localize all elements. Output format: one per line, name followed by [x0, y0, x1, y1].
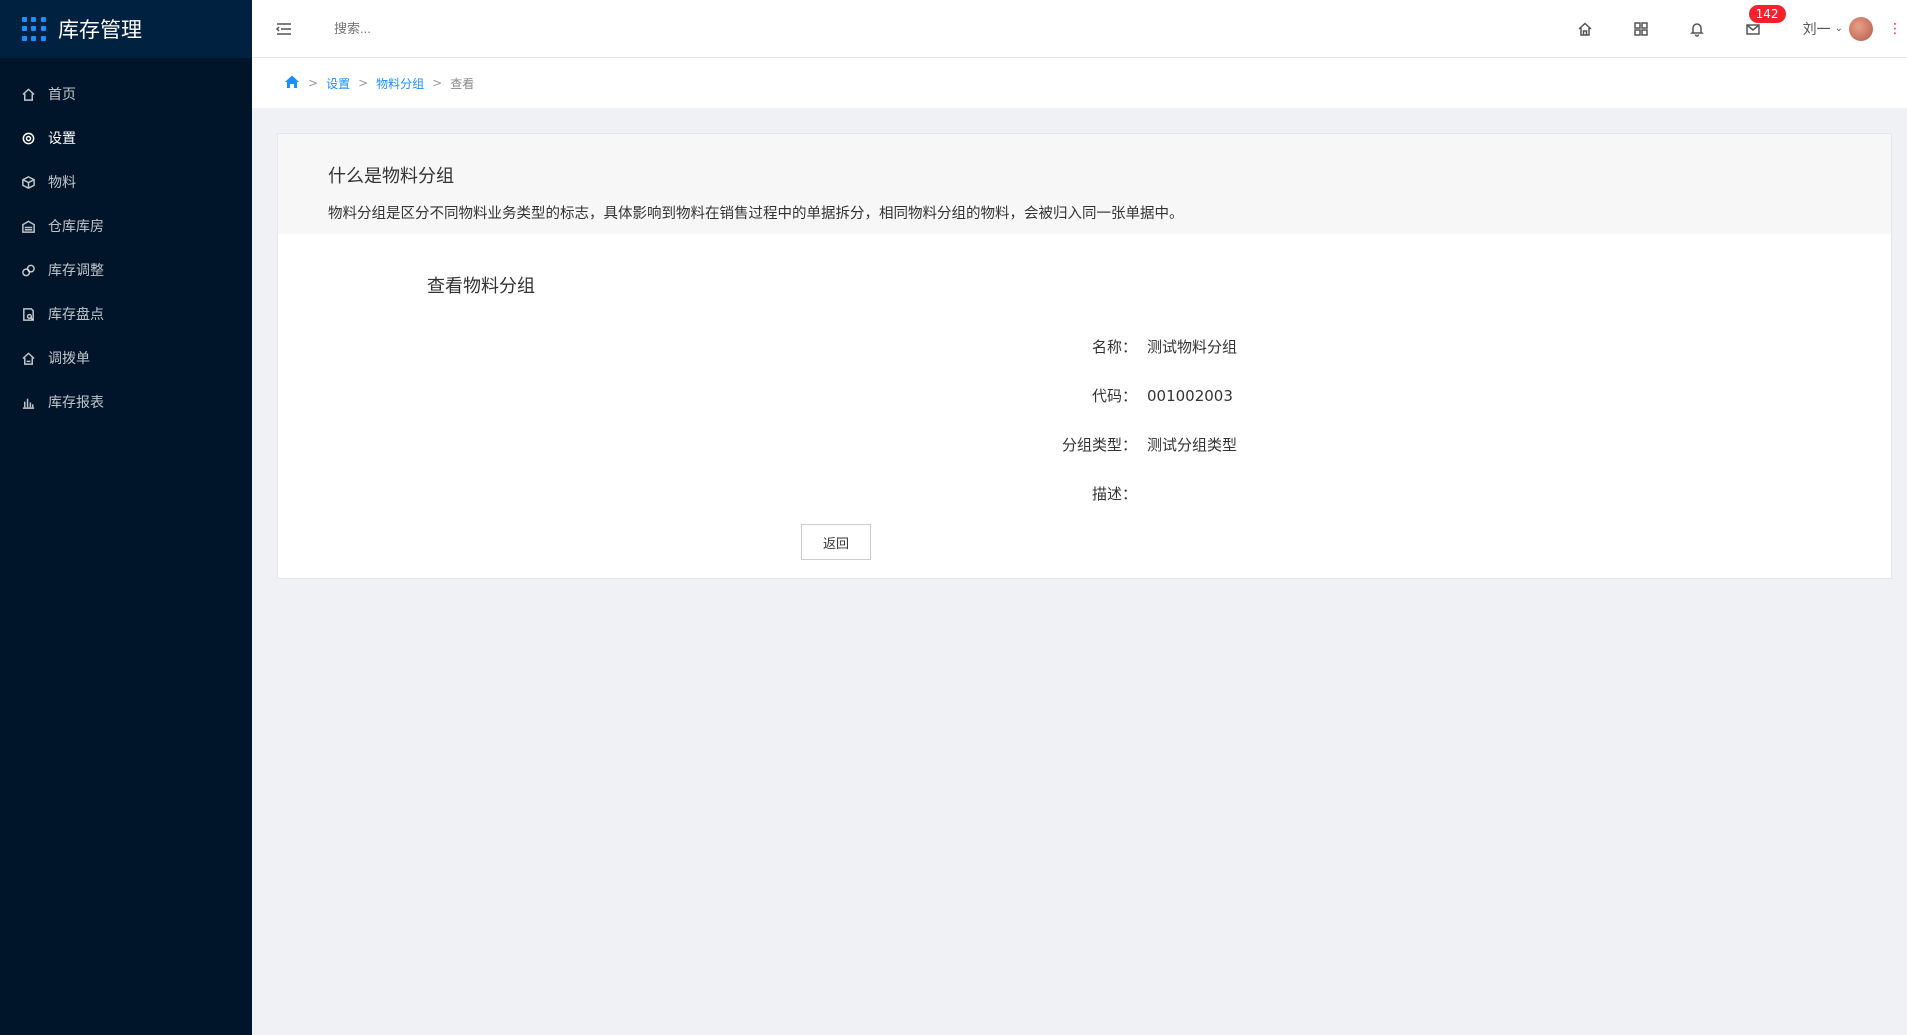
sidebar-item-stock-adjust[interactable]: 库存调整	[0, 248, 252, 292]
field-value: 001002003	[1147, 386, 1233, 405]
apps-button[interactable]	[1613, 0, 1669, 58]
field-row-description: 描述：	[278, 469, 1891, 518]
gear-icon	[20, 130, 36, 146]
field-label: 描述：	[1091, 485, 1137, 503]
sidebar: 库存管理 首页 设置 物料 仓库库房 库存调整 库存盘点 调拨单 库存报表	[0, 0, 252, 1035]
back-button[interactable]: 返回	[801, 524, 871, 560]
breadcrumb-link-settings[interactable]: 设置	[326, 75, 350, 92]
home-button[interactable]	[1557, 0, 1613, 58]
sidebar-item-label: 首页	[48, 87, 76, 103]
intro-section: 什么是物料分组 物料分组是区分不同物料业务类型的标志，具体影响到物料在销售过程中…	[278, 134, 1891, 234]
sidebar-item-label: 仓库库房	[48, 219, 104, 235]
field-label: 名称：	[1091, 338, 1137, 356]
field-value: 测试物料分组	[1147, 338, 1238, 356]
breadcrumb-current: 查看	[450, 76, 475, 91]
menu-fold-icon[interactable]	[274, 19, 294, 39]
user-name: 刘一	[1802, 21, 1831, 38]
adjust-icon	[20, 262, 36, 278]
sidebar-item-warehouse[interactable]: 仓库库房	[0, 204, 252, 248]
field-row-group-type: 分组类型： 测试分组类型	[278, 420, 1891, 469]
field-label: 分组类型：	[1061, 436, 1137, 454]
sidebar-item-label: 库存调整	[48, 263, 104, 279]
inventory-icon	[20, 306, 36, 322]
breadcrumb-separator: >	[308, 76, 319, 90]
mail-icon	[1745, 23, 1760, 35]
notifications-button[interactable]	[1669, 0, 1725, 58]
breadcrumb-separator: >	[432, 76, 443, 90]
bar-chart-icon	[20, 394, 36, 410]
breadcrumb-home-icon[interactable]	[284, 74, 300, 93]
sidebar-item-label: 设置	[48, 131, 76, 147]
home-icon	[1578, 21, 1592, 36]
content-panel: 什么是物料分组 物料分组是区分不同物料业务类型的标志，具体影响到物料在销售过程中…	[277, 133, 1892, 579]
message-count-badge: 142	[1748, 4, 1786, 23]
sidebar-item-stocktake[interactable]: 库存盘点	[0, 292, 252, 336]
messages-button[interactable]: 142	[1725, 0, 1786, 58]
sidebar-item-label: 库存盘点	[48, 307, 104, 323]
intro-title: 什么是物料分组	[328, 166, 454, 187]
intro-text: 物料分组是区分不同物料业务类型的标志，具体影响到物料在销售过程中的单据拆分，相同…	[328, 206, 1184, 222]
sidebar-item-report[interactable]: 库存报表	[0, 380, 252, 424]
sidebar-item-label: 库存报表	[48, 395, 104, 411]
grid-icon	[1633, 21, 1648, 36]
app-title: 库存管理	[58, 18, 142, 42]
field-row-name: 名称： 测试物料分组	[278, 322, 1891, 371]
apps-grid-icon	[22, 17, 46, 41]
top-header: 142 刘一 ⌄ ⋮	[252, 0, 1907, 58]
detail-form: 名称： 测试物料分组 代码： 001002003 分组类型： 测试分组类型 描述…	[278, 322, 1891, 518]
warehouse-icon	[20, 218, 36, 234]
breadcrumb-link-material-group[interactable]: 物料分组	[376, 75, 424, 92]
app-brand[interactable]: 库存管理	[0, 0, 252, 58]
field-label: 代码：	[1091, 387, 1137, 405]
sidebar-item-label: 物料	[48, 175, 76, 191]
cube-icon	[20, 174, 36, 190]
sidebar-item-label: 调拨单	[48, 351, 90, 367]
search-input[interactable]	[334, 21, 574, 36]
home-icon	[20, 86, 36, 102]
bell-icon	[1689, 22, 1704, 37]
more-icon[interactable]: ⋮	[1883, 21, 1907, 37]
user-menu[interactable]: 刘一 ⌄	[1802, 16, 1873, 41]
breadcrumb: > 设置 > 物料分组 > 查看	[252, 58, 1907, 108]
sidebar-item-transfer[interactable]: 调拨单	[0, 336, 252, 380]
transfer-icon	[20, 350, 36, 366]
sidebar-item-material[interactable]: 物料	[0, 160, 252, 204]
field-value: 测试分组类型	[1147, 436, 1238, 454]
sidebar-item-settings[interactable]: 设置	[0, 116, 252, 160]
sidebar-item-home[interactable]: 首页	[0, 72, 252, 116]
breadcrumb-separator: >	[358, 76, 369, 90]
avatar	[1849, 16, 1873, 41]
sidebar-menu: 首页 设置 物料 仓库库房 库存调整 库存盘点 调拨单 库存报表	[0, 58, 252, 424]
view-title: 查看物料分组	[427, 276, 535, 297]
field-row-code: 代码： 001002003	[278, 371, 1891, 420]
chevron-down-icon: ⌄	[1834, 23, 1843, 34]
